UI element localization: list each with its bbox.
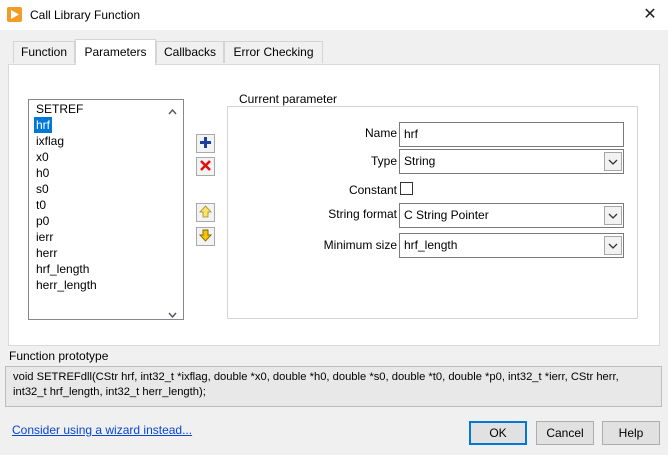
string-format-label: String format bbox=[328, 207, 397, 221]
type-select-value: String bbox=[404, 154, 436, 168]
minimum-size-value: hrf_length bbox=[404, 238, 458, 252]
type-select[interactable]: String bbox=[399, 149, 624, 174]
move-up-button[interactable] bbox=[196, 203, 215, 222]
plus-icon bbox=[199, 136, 212, 152]
constant-label: Constant bbox=[348, 183, 397, 197]
chevron-down-icon[interactable] bbox=[604, 236, 622, 255]
tab-error-checking[interactable]: Error Checking bbox=[224, 41, 323, 63]
arrow-up-icon bbox=[199, 204, 212, 221]
arrow-down-icon bbox=[198, 229, 213, 245]
wizard-link[interactable]: Consider using a wizard instead... bbox=[12, 423, 192, 437]
list-item[interactable]: t0 bbox=[34, 197, 48, 213]
add-parameter-button[interactable] bbox=[196, 134, 215, 153]
constant-checkbox[interactable] bbox=[400, 182, 413, 195]
list-item-selected[interactable]: hrf bbox=[34, 117, 53, 133]
list-item[interactable]: ixflag bbox=[34, 133, 66, 149]
prototype-label: Function prototype bbox=[9, 349, 109, 363]
group-title: Current parameter bbox=[236, 92, 341, 106]
move-down-button[interactable] bbox=[196, 227, 215, 246]
list-item[interactable]: ierr bbox=[34, 229, 55, 245]
name-field[interactable]: hrf bbox=[399, 122, 624, 147]
list-item[interactable]: SETREF bbox=[34, 101, 85, 117]
string-format-select[interactable]: C String Pointer bbox=[399, 203, 624, 228]
type-label: Type bbox=[370, 154, 397, 168]
list-item[interactable]: herr bbox=[34, 245, 59, 261]
prototype-line: int32_t hrf_length, int32_t herr_length)… bbox=[13, 386, 206, 398]
close-icon[interactable]: ✕ bbox=[636, 4, 664, 26]
delete-x-icon bbox=[199, 159, 212, 175]
list-item[interactable]: hrf_length bbox=[34, 261, 91, 277]
list-item[interactable]: p0 bbox=[34, 213, 51, 229]
chevron-down-icon[interactable] bbox=[604, 206, 622, 225]
prototype-text: void SETREFdll(CStr hrf, int32_t *ixflag… bbox=[5, 366, 662, 407]
scroll-down-icon[interactable] bbox=[168, 307, 177, 321]
minimum-size-label: Minimum size bbox=[323, 238, 397, 252]
help-button[interactable]: Help bbox=[602, 421, 660, 445]
minimum-size-select[interactable]: hrf_length bbox=[399, 233, 624, 258]
tab-function[interactable]: Function bbox=[13, 41, 75, 63]
tab-parameters[interactable]: Parameters bbox=[75, 39, 156, 65]
ok-button[interactable]: OK bbox=[469, 421, 527, 445]
list-item[interactable]: herr_length bbox=[34, 277, 99, 293]
remove-parameter-button[interactable] bbox=[196, 157, 215, 176]
chevron-down-icon[interactable] bbox=[604, 152, 622, 171]
tab-callbacks[interactable]: Callbacks bbox=[156, 41, 224, 63]
list-item[interactable]: x0 bbox=[34, 149, 51, 165]
list-item[interactable]: h0 bbox=[34, 165, 51, 181]
cancel-button[interactable]: Cancel bbox=[536, 421, 594, 445]
scroll-up-icon[interactable] bbox=[168, 104, 177, 118]
list-item[interactable]: s0 bbox=[34, 181, 51, 197]
prototype-line: void SETREFdll(CStr hrf, int32_t *ixflag… bbox=[13, 371, 619, 383]
name-label: Name bbox=[364, 126, 397, 140]
labview-app-icon bbox=[7, 7, 22, 22]
string-format-value: C String Pointer bbox=[404, 208, 489, 222]
window-title: Call Library Function bbox=[30, 8, 141, 22]
